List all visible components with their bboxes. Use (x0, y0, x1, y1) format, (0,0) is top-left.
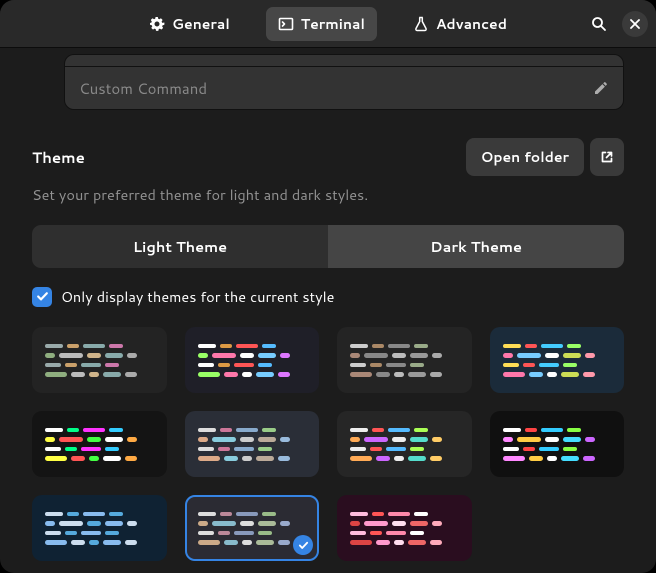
tab-terminal-label: Terminal (301, 14, 365, 34)
search-button[interactable] (586, 11, 612, 37)
theme-swatch-maroon[interactable] (337, 495, 472, 561)
view-switcher: General Terminal Advanced (137, 7, 519, 41)
theme-swatch-darkgray-pastel[interactable] (32, 327, 167, 393)
tab-advanced[interactable]: Advanced (401, 7, 519, 41)
theme-swatch-slate-soft[interactable] (185, 411, 320, 477)
gear-icon (149, 16, 165, 32)
open-folder-label: Open folder (481, 147, 569, 167)
dark-theme-segment[interactable]: Dark Theme (328, 225, 624, 268)
theme-section-subtitle: Set your preferred theme for light and d… (32, 184, 624, 205)
open-folder-button[interactable]: Open folder (466, 138, 584, 176)
previous-row-partial (64, 54, 624, 66)
search-icon (591, 16, 607, 32)
headerbar: General Terminal Advanced (0, 0, 656, 48)
filter-current-style-checkbox[interactable] (32, 287, 52, 307)
content-area: Custom Command Theme Open folder Set you… (0, 48, 656, 573)
theme-grid (32, 327, 624, 561)
tab-general[interactable]: General (137, 7, 242, 41)
selected-check-icon (293, 535, 313, 555)
terminal-icon (278, 16, 294, 32)
open-external-button[interactable] (590, 138, 624, 176)
preferences-window: General Terminal Advanced Custom Command (0, 0, 656, 573)
theme-swatch-gray-selected[interactable] (185, 495, 320, 561)
light-theme-segment[interactable]: Light Theme (32, 225, 328, 268)
tab-advanced-label: Advanced (436, 14, 507, 34)
theme-swatch-dark-muted[interactable] (337, 327, 472, 393)
flask-icon (413, 16, 429, 32)
theme-section-title: Theme (32, 147, 85, 168)
filter-checkbox-label: Only display themes for the current styl… (61, 286, 334, 307)
close-button[interactable] (622, 11, 648, 37)
custom-command-field[interactable]: Custom Command (64, 66, 624, 110)
tab-general-label: General (172, 14, 230, 34)
theme-swatch-navy-colorful[interactable] (490, 327, 625, 393)
theme-swatch-charcoal-rainbow[interactable] (337, 411, 472, 477)
check-icon (36, 290, 49, 303)
custom-command-placeholder: Custom Command (79, 78, 593, 99)
close-icon (630, 19, 640, 29)
theme-swatch-black-rainbow[interactable] (490, 411, 625, 477)
theme-swatch-black-neon[interactable] (32, 411, 167, 477)
theme-swatch-deep-blue[interactable] (32, 495, 167, 561)
theme-swatch-dark-vivid-blue[interactable] (185, 327, 320, 393)
theme-mode-switcher: Light Theme Dark Theme (32, 225, 624, 268)
tab-terminal[interactable]: Terminal (266, 7, 377, 41)
pencil-icon (593, 80, 609, 96)
open-external-icon (600, 150, 614, 164)
